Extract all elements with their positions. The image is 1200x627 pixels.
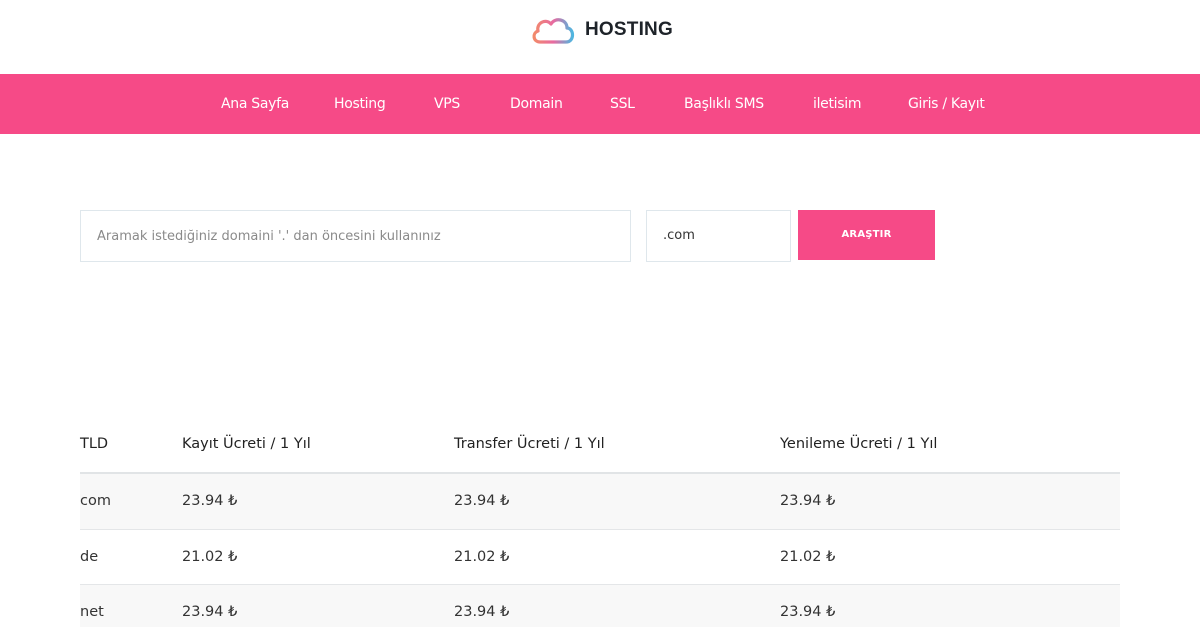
domain-search-input[interactable] [80,210,631,262]
site-header: HOSTING [0,0,1200,74]
nav-item-login-register[interactable]: Giris / Kayıt [908,74,985,134]
column-header-registration: Kayıt Ücreti / 1 Yıl [182,436,311,452]
brand-logo[interactable]: HOSTING [530,15,673,45]
table-row: com 23.94 ₺ 23.94 ₺ 23.94 ₺ [80,474,1120,530]
tld-cell: com [80,493,111,509]
search-button[interactable]: ARAŞTIR [798,210,935,260]
tld-select[interactable]: .com [646,210,791,262]
transfer-price-cell: 23.94 ₺ [454,493,510,509]
transfer-price-cell: 23.94 ₺ [454,604,510,620]
renewal-price-cell: 23.94 ₺ [780,604,836,620]
column-header-renewal: Yenileme Ücreti / 1 Yıl [780,436,938,452]
brand-name: HOSTING [585,19,673,40]
registration-price-cell: 21.02 ₺ [182,548,238,565]
column-header-transfer: Transfer Ücreti / 1 Yıl [454,436,605,452]
cloud-logo-icon [532,18,575,44]
table-row: net 23.94 ₺ 23.94 ₺ 23.94 ₺ [80,585,1120,627]
tld-cell: de [80,548,99,565]
renewal-price-cell: 23.94 ₺ [780,493,836,509]
nav-item-home[interactable]: Ana Sayfa [221,74,289,134]
nav-item-vps[interactable]: VPS [434,74,460,134]
renewal-price-cell: 21.02 ₺ [780,548,836,565]
table-header-row: TLD Kayıt Ücreti / 1 Yıl Transfer Ücreti… [80,417,1120,474]
table-row: de 21.02 ₺ 21.02 ₺ 21.02 ₺ [80,530,1120,585]
transfer-price-cell: 21.02 ₺ [454,548,510,565]
tld-cell: net [80,604,104,620]
main-nav: Ana Sayfa Hosting VPS Domain SSL Başlıkl… [0,74,1200,134]
nav-item-domain[interactable]: Domain [510,74,563,134]
registration-price-cell: 23.94 ₺ [182,604,238,620]
column-header-tld: TLD [80,436,109,452]
nav-item-hosting[interactable]: Hosting [334,74,386,134]
nav-item-ssl[interactable]: SSL [610,74,635,134]
nav-item-contact[interactable]: iletisim [813,74,862,134]
registration-price-cell: 23.94 ₺ [182,493,238,509]
domain-pricing-table: TLD Kayıt Ücreti / 1 Yıl Transfer Ücreti… [80,417,1120,627]
nav-item-sms[interactable]: Başlıklı SMS [684,74,764,134]
